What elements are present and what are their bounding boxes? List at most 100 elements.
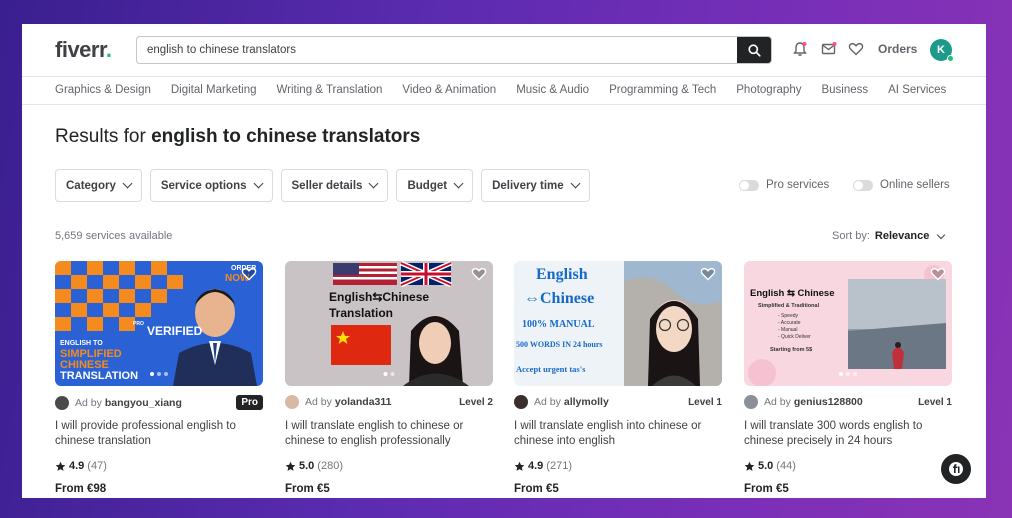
category-video-animation[interactable]: Video & Animation [402, 84, 496, 96]
gig-rating: 4.9 (47) [55, 460, 107, 472]
category-writing-translation[interactable]: Writing & Translation [277, 84, 383, 96]
seller-avatar[interactable] [55, 395, 69, 410]
results-query: english to chinese translators [151, 126, 421, 147]
gig-title[interactable]: I will translate english to chinese or c… [285, 419, 493, 448]
favorite-heart-icon[interactable] [700, 266, 716, 282]
filter-label: Category [66, 179, 116, 192]
seller-avatar[interactable] [285, 395, 299, 409]
category-ai-services[interactable]: AI Services [888, 84, 946, 96]
pro-services-toggle[interactable] [739, 179, 759, 191]
category-graphics-design[interactable]: Graphics & Design [55, 84, 151, 96]
seller-level-badge: Level 2 [459, 396, 493, 408]
review-count: (47) [87, 460, 107, 472]
gig-card[interactable]: English ⇆ Chinese Simplified & Tradition… [744, 261, 952, 495]
carousel-dots[interactable] [839, 372, 857, 376]
seller-avatar[interactable] [744, 395, 758, 409]
seller-name[interactable]: genius128800 [794, 396, 863, 408]
thumb-text: 100% MANUAL [522, 319, 595, 330]
category-business[interactable]: Business [821, 84, 868, 96]
category-digital-marketing[interactable]: Digital Marketing [171, 84, 257, 96]
header-divider [22, 76, 986, 77]
search-bar [136, 36, 772, 64]
heart-icon[interactable] [848, 41, 864, 57]
thumb-text: 500 WORDS IN 24 hours [516, 340, 603, 349]
filter-category[interactable]: Category [55, 169, 142, 202]
chevron-down-icon [937, 230, 946, 239]
thumb-text: TRANSLATION [60, 370, 138, 382]
chevron-down-icon [122, 178, 133, 189]
thumb-text: English [536, 266, 588, 283]
gig-thumbnail-art: English ⇆ Chinese Simplified & Tradition… [744, 261, 952, 386]
seller-name[interactable]: allymolly [564, 396, 609, 408]
ad-by-label: Ad by [764, 396, 791, 408]
fiverr-logo[interactable]: fiverr. [55, 37, 112, 63]
category-programming-tech[interactable]: Programming & Tech [609, 84, 716, 96]
star-icon [55, 461, 66, 471]
gig-thumbnail[interactable]: English ⇔Chinese 100% MANUAL 500 WORDS I… [514, 261, 722, 386]
category-nav: Graphics & Design Digital Marketing Writ… [55, 84, 966, 96]
search-input[interactable] [137, 37, 737, 63]
category-music-audio[interactable]: Music & Audio [516, 84, 589, 96]
filter-label: Budget [407, 179, 448, 192]
online-sellers-toggle[interactable] [853, 179, 873, 191]
page-title: Results for english to chinese translato… [55, 126, 420, 148]
rating-value: 5.0 [299, 460, 315, 472]
thumb-text: Starting from 5$ [770, 347, 812, 353]
category-photography[interactable]: Photography [736, 84, 801, 96]
seller-avatar[interactable] [514, 395, 528, 409]
gig-card[interactable]: English ⇔Chinese 100% MANUAL 500 WORDS I… [514, 261, 722, 495]
gig-card[interactable]: ORDER NOW PRO VERIFIED ENGLISH TO SIMPLI… [55, 261, 263, 495]
chevron-down-icon [369, 178, 379, 189]
gig-price: From €5 [514, 483, 559, 495]
messages-icon[interactable] [821, 41, 837, 57]
filter-service-options[interactable]: Service options [149, 169, 273, 202]
filter-delivery-time[interactable]: Delivery time [481, 169, 590, 202]
thumb-text: Translation [329, 306, 393, 320]
rating-value: 4.9 [69, 460, 85, 472]
online-sellers-label: Online sellers [880, 179, 950, 191]
thumb-text: Simplified & Traditional [758, 303, 820, 309]
favorite-heart-icon[interactable] [241, 266, 257, 282]
filter-seller-details[interactable]: Seller details [280, 169, 389, 202]
seller-row: Ad by bangyou_xiang Pro [55, 395, 263, 410]
user-avatar[interactable]: K [930, 39, 954, 62]
rating-value: 5.0 [758, 460, 774, 472]
seller-row: Ad by yolanda311 Level 2 [285, 395, 493, 409]
gig-price: From €98 [55, 483, 107, 495]
logo-dot: . [105, 37, 112, 62]
seller-level-badge: Level 1 [688, 396, 722, 408]
gig-card[interactable]: English⇆Chinese Translation Ad by yoland… [285, 261, 493, 495]
carousel-dots[interactable] [383, 372, 395, 376]
ad-by-label: Ad by [305, 396, 332, 408]
carousel-dots[interactable] [150, 372, 168, 376]
gig-title[interactable]: I will translate 300 words english to ch… [744, 419, 952, 448]
logo-text: fiverr [55, 37, 106, 62]
gig-thumbnail-art: English ⇔Chinese 100% MANUAL 500 WORDS I… [514, 261, 722, 386]
favorite-heart-icon[interactable] [471, 266, 487, 282]
thumb-text: VERIFIED [147, 324, 203, 338]
thumb-text: ⇔Chinese [524, 290, 594, 307]
filter-budget[interactable]: Budget [396, 169, 474, 202]
pro-services-toggle-wrap: Pro services [739, 179, 829, 191]
seller-name[interactable]: bangyou_xiang [105, 397, 182, 409]
star-icon [285, 461, 296, 471]
thumb-text: - Speedy [778, 313, 799, 319]
gig-thumbnail[interactable]: ORDER NOW PRO VERIFIED ENGLISH TO SIMPLI… [55, 261, 263, 386]
gig-rating: 5.0 (44) [744, 460, 796, 472]
favorite-heart-icon[interactable] [930, 266, 946, 282]
thumb-text: - Quick Deliver [778, 334, 811, 340]
help-chat-button[interactable] [941, 454, 971, 484]
services-count: 5,659 services available [55, 230, 173, 242]
search-button[interactable] [737, 37, 771, 63]
seller-name[interactable]: yolanda311 [335, 396, 392, 408]
sort-dropdown[interactable]: Sort by: Relevance [832, 230, 946, 242]
review-count: (271) [546, 460, 572, 472]
gig-title[interactable]: I will translate english into chinese or… [514, 419, 722, 448]
thumb-text: Accept urgent tas's [516, 364, 586, 374]
gig-title[interactable]: I will provide professional english to c… [55, 419, 263, 448]
orders-link[interactable]: Orders [878, 42, 917, 56]
gig-thumbnail[interactable]: English ⇆ Chinese Simplified & Tradition… [744, 261, 952, 386]
filter-label: Delivery time [492, 179, 564, 192]
gig-thumbnail[interactable]: English⇆Chinese Translation [285, 261, 493, 386]
bell-icon[interactable] [792, 41, 808, 57]
